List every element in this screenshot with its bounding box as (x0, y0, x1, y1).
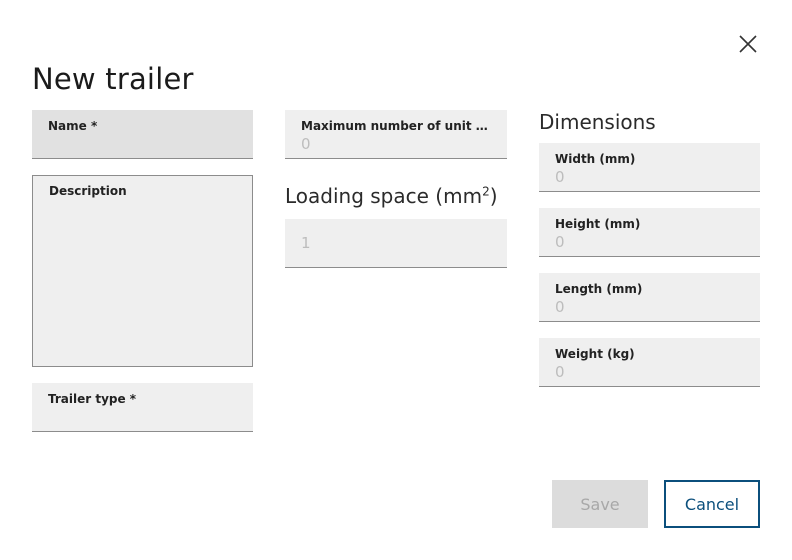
cancel-button[interactable]: Cancel (664, 480, 760, 528)
loading-space-title-text: Loading space (mm (285, 184, 483, 208)
loading-space-title: Loading space (mm2) (285, 184, 498, 208)
height-label: Height (mm) (555, 217, 641, 231)
description-label: Description (49, 184, 127, 198)
weight-label: Weight (kg) (555, 347, 635, 361)
save-button[interactable]: Save (552, 480, 648, 528)
max-unit-loads-value: 0 (301, 135, 311, 153)
dialog-title: New trailer (32, 62, 194, 96)
loading-space-value: 1 (301, 234, 311, 252)
height-field[interactable]: Height (mm) 0 (539, 208, 760, 257)
weight-value: 0 (555, 363, 565, 381)
length-value: 0 (555, 298, 565, 316)
close-button[interactable] (736, 32, 760, 56)
name-field-label: Name * (48, 119, 98, 133)
weight-field[interactable]: Weight (kg) 0 (539, 338, 760, 387)
name-field[interactable]: Name * (32, 110, 253, 159)
max-unit-loads-field[interactable]: Maximum number of unit loa... 0 (285, 110, 507, 159)
description-textarea[interactable]: Description (32, 175, 253, 367)
trailer-type-field[interactable]: Trailer type * (32, 383, 253, 432)
dimensions-title: Dimensions (539, 110, 656, 134)
new-trailer-dialog: New trailer Name * Description Trailer t… (0, 0, 792, 560)
height-value: 0 (555, 233, 565, 251)
loading-space-title-suffix: ) (489, 184, 498, 208)
length-label: Length (mm) (555, 282, 643, 296)
length-field[interactable]: Length (mm) 0 (539, 273, 760, 322)
loading-space-value-field: 1 (285, 219, 507, 268)
width-field[interactable]: Width (mm) 0 (539, 143, 760, 192)
max-unit-loads-label: Maximum number of unit loa... (301, 119, 491, 133)
loading-space-superscript: 2 (482, 184, 490, 199)
trailer-type-label: Trailer type * (48, 392, 137, 406)
close-icon (739, 35, 757, 53)
width-label: Width (mm) (555, 152, 636, 166)
width-value: 0 (555, 168, 565, 186)
